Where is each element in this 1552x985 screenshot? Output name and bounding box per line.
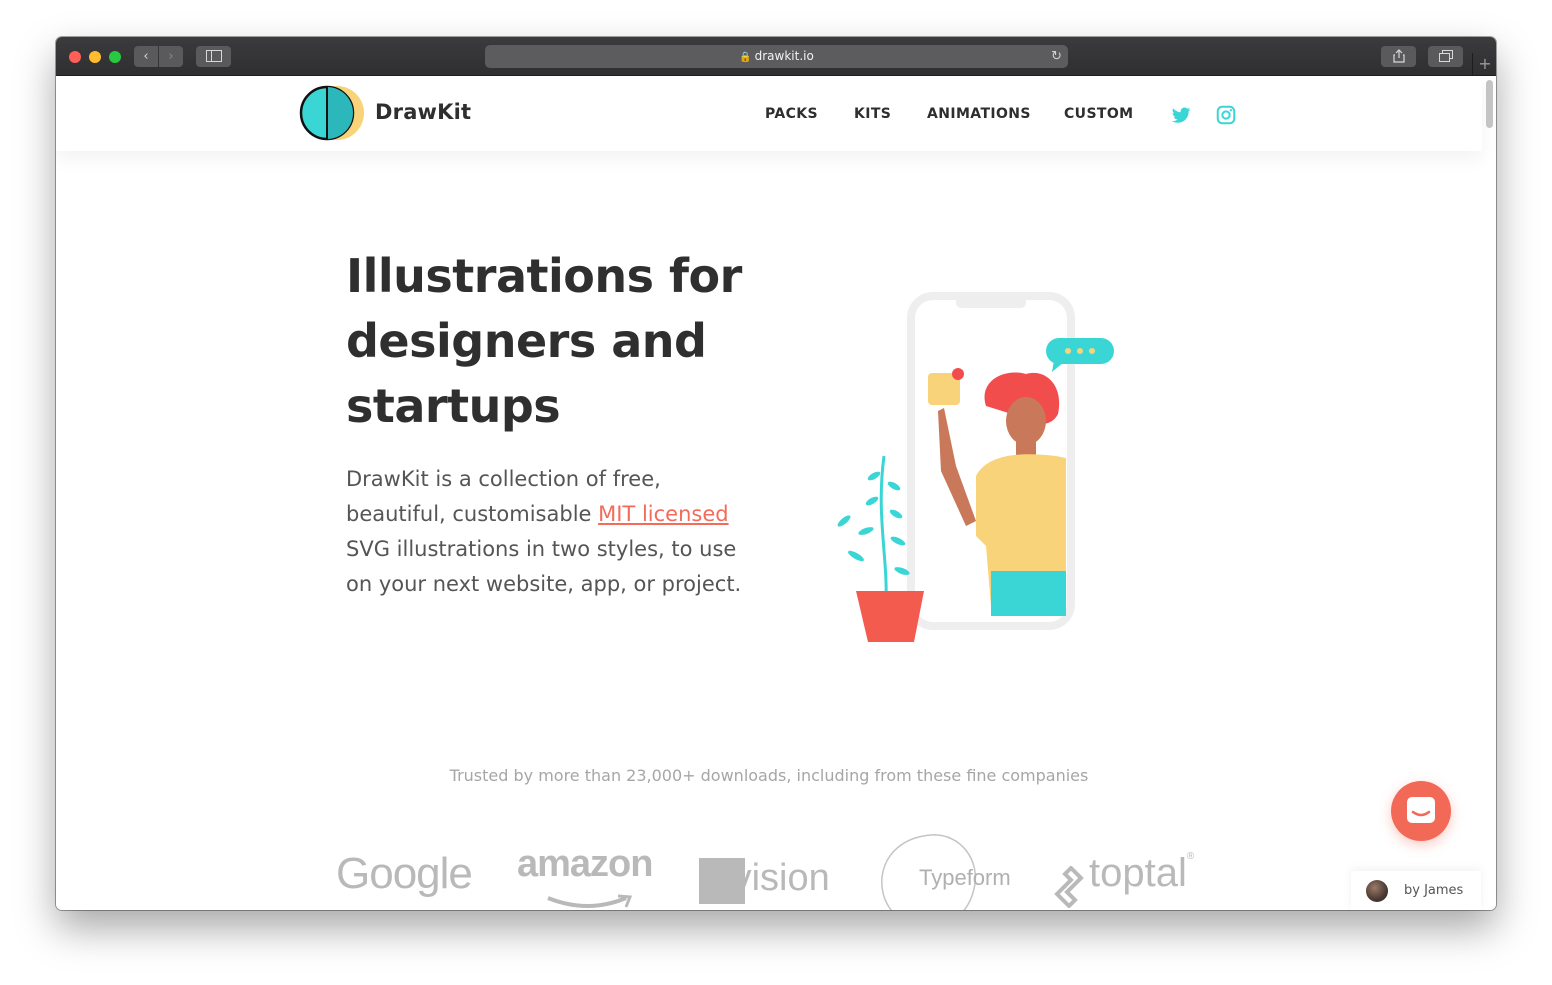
typeform-logo: Typeform	[919, 865, 1011, 890]
browser-titlebar: ‹ › 🔒 drawkit.io ↻ +	[56, 37, 1496, 76]
forward-button[interactable]: ›	[159, 46, 183, 67]
trusted-by-text: Trusted by more than 23,000+ downloads, …	[449, 766, 1089, 785]
amazon-smile-icon	[547, 894, 633, 908]
chat-icon	[1407, 797, 1435, 823]
instagram-icon[interactable]	[1215, 104, 1237, 126]
tabs-icon	[1438, 50, 1453, 62]
browser-window: ‹ › 🔒drawkit.io ↻ + DrawKit PACKS KITS	[56, 37, 1496, 910]
reload-icon[interactable]: ↻	[1051, 45, 1062, 68]
hero-description: DrawKit is a collection of free, beautif…	[346, 462, 766, 602]
toptal-logo: toptal®	[1089, 851, 1195, 895]
chat-launcher-button[interactable]	[1391, 781, 1451, 841]
sidebar-toggle-button[interactable]	[196, 46, 231, 67]
page-scrollbar[interactable]	[1486, 80, 1493, 128]
toptal-logo-text: toptal	[1089, 851, 1187, 895]
company-logos: Google amazon invision Typeform toptal®	[331, 831, 1211, 910]
hero-illustration	[837, 292, 1114, 642]
nav-animations[interactable]: ANIMATIONS	[927, 106, 1031, 122]
address-bar[interactable]: 🔒 drawkit.io ↻	[485, 45, 1068, 68]
web-page: DrawKit PACKS KITS ANIMATIONS CUSTOM Ill…	[56, 76, 1496, 910]
nav-packs[interactable]: PACKS	[765, 106, 818, 122]
new-tab-button[interactable]: +	[1472, 53, 1496, 75]
avatar	[1366, 880, 1388, 902]
close-window-button[interactable]	[69, 51, 81, 63]
site-header: DrawKit PACKS KITS ANIMATIONS CUSTOM	[56, 76, 1482, 151]
sidebar-icon	[205, 50, 222, 62]
url-text: drawkit.io	[754, 49, 814, 63]
brand-name[interactable]: DrawKit	[375, 100, 471, 124]
nav-kits[interactable]: KITS	[854, 106, 891, 122]
author-badge[interactable]: by James	[1351, 871, 1481, 910]
nav-custom[interactable]: CUSTOM	[1064, 106, 1134, 122]
zoom-window-button[interactable]	[109, 51, 121, 63]
amazon-logo: amazon	[517, 843, 653, 885]
author-badge-label: by James	[1404, 883, 1464, 898]
chevron-left-icon: ‹	[143, 49, 149, 64]
invision-logo: invision	[703, 857, 830, 899]
mit-license-link[interactable]: MIT licensed	[598, 502, 728, 526]
chevron-right-icon: ›	[168, 49, 174, 64]
back-button[interactable]: ‹	[134, 46, 158, 67]
drawkit-logo-icon[interactable]	[299, 84, 367, 142]
toptal-mark-icon	[1054, 866, 1084, 908]
twitter-icon[interactable]	[1170, 104, 1192, 126]
lock-icon: 🔒	[739, 52, 752, 63]
google-logo: Google	[336, 849, 473, 898]
share-icon	[1392, 49, 1405, 63]
tab-overview-button[interactable]	[1428, 46, 1463, 67]
share-button[interactable]	[1381, 46, 1416, 67]
hero-title: Illustrations for designers and startups	[346, 249, 742, 433]
hero-desc-text-2: SVG illustrations in two styles, to use …	[346, 537, 742, 596]
minimize-window-button[interactable]	[89, 51, 101, 63]
